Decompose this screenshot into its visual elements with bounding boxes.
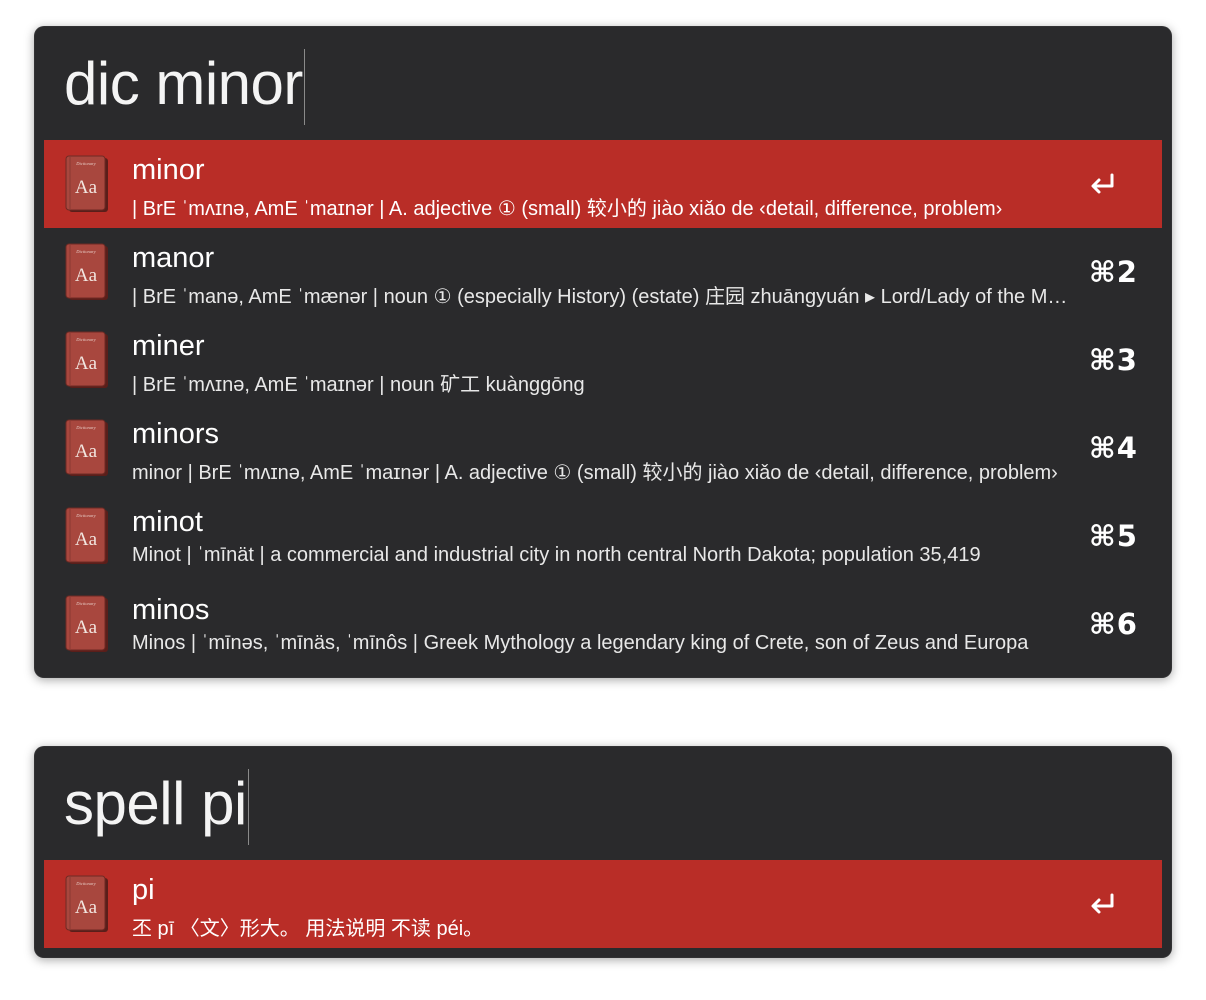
result-subtitle: Minot | ˈmīnät | a commercial and indust… (132, 544, 981, 566)
svg-text:Aa: Aa (75, 441, 98, 462)
results-list: Dictionary Aa minor | BrE ˈmʌɪnə, AmE ˈm… (44, 140, 1162, 668)
result-title: minor (132, 154, 205, 186)
shortcut-label: ⌘4 (1088, 431, 1138, 465)
results-list: Dictionary Aa pi 丕 pī 〈文〉形大。 用法说明 不读 péi… (44, 860, 1162, 948)
result-subtitle: 丕 pī 〈文〉形大。 用法说明 不读 péi。 (132, 918, 484, 940)
result-title: minos (132, 594, 210, 626)
dictionary-icon: Dictionary Aa (65, 507, 108, 564)
query-bar[interactable]: dic minor (34, 26, 1172, 140)
dictionary-icon: Dictionary Aa (65, 331, 108, 388)
result-row[interactable]: Dictionary Aa manor | BrE ˈmanə, AmE ˈmæ… (44, 228, 1162, 316)
svg-text:Aa: Aa (75, 897, 98, 918)
query-bar[interactable]: spell pi (34, 746, 1172, 860)
svg-text:Dictionary: Dictionary (75, 881, 96, 886)
shortcut-label: ⌘5 (1088, 519, 1138, 553)
dictionary-icon: Dictionary Aa (65, 875, 108, 932)
text-caret (303, 49, 305, 125)
result-subtitle: Minos | ˈmīnəs, ˈmīnäs, ˈmīnôs | Greek M… (132, 632, 1029, 654)
svg-text:Aa: Aa (75, 177, 98, 198)
dictionary-icon: Dictionary Aa (65, 595, 108, 652)
svg-text:Dictionary: Dictionary (75, 513, 96, 518)
dictionary-icon: Dictionary Aa (65, 155, 108, 212)
result-row[interactable]: Dictionary Aa minot Minot | ˈmīnät | a c… (44, 492, 1162, 580)
svg-text:Aa: Aa (75, 353, 98, 374)
result-title: pi (132, 874, 155, 906)
svg-text:Dictionary: Dictionary (75, 337, 96, 342)
result-title: manor (132, 242, 215, 274)
result-row[interactable]: Dictionary Aa pi 丕 pī 〈文〉形大。 用法说明 不读 péi… (44, 860, 1162, 948)
launcher-window: dic minor Dictionary Aa minor | BrE ˈmʌɪ… (34, 26, 1172, 678)
svg-text:Aa: Aa (75, 529, 98, 550)
svg-text:Aa: Aa (75, 617, 98, 638)
query-input[interactable]: dic minor (64, 54, 303, 114)
query-input[interactable]: spell pi (64, 774, 247, 834)
dictionary-icon: Dictionary Aa (65, 419, 108, 476)
result-subtitle: | BrE ˈmʌɪnə, AmE ˈmaɪnər | noun 矿工 kuàn… (132, 374, 585, 396)
svg-text:Dictionary: Dictionary (75, 601, 96, 606)
text-caret (247, 769, 249, 845)
svg-text:Aa: Aa (75, 265, 98, 286)
result-subtitle: | BrE ˈmanə, AmE ˈmænər | noun ① (especi… (132, 286, 1078, 308)
svg-text:Dictionary: Dictionary (75, 161, 96, 166)
shortcut-label: ⌘3 (1088, 343, 1138, 377)
result-subtitle: minor | BrE ˈmʌɪnə, AmE ˈmaɪnər | A. adj… (132, 462, 1058, 484)
result-subtitle: | BrE ˈmʌɪnə, AmE ˈmaɪnər | A. adjective… (132, 198, 1003, 220)
svg-text:Dictionary: Dictionary (75, 249, 96, 254)
shortcut-label: ⌘2 (1088, 255, 1138, 289)
return-key-icon (1091, 173, 1114, 194)
result-row[interactable]: Dictionary Aa miner | BrE ˈmʌɪnə, AmE ˈm… (44, 316, 1162, 404)
svg-text:Dictionary: Dictionary (75, 425, 96, 430)
result-row[interactable]: Dictionary Aa minors minor | BrE ˈmʌɪnə,… (44, 404, 1162, 492)
result-title: miner (132, 330, 205, 362)
result-title: minors (132, 418, 220, 450)
return-key-icon (1091, 893, 1114, 914)
result-row[interactable]: Dictionary Aa minor | BrE ˈmʌɪnə, AmE ˈm… (44, 140, 1162, 228)
result-row[interactable]: Dictionary Aa minos Minos | ˈmīnəs, ˈmīn… (44, 580, 1162, 668)
result-title: minot (132, 506, 203, 538)
launcher-window: spell pi Dictionary Aa pi 丕 pī 〈文〉形大。 用法… (34, 746, 1172, 958)
dictionary-icon: Dictionary Aa (65, 243, 108, 300)
shortcut-label: ⌘6 (1088, 607, 1138, 641)
